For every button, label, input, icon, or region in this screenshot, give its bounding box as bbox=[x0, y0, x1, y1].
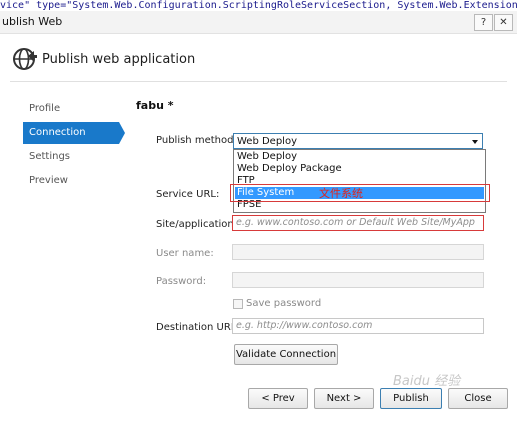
user-name-label: User name: bbox=[156, 248, 214, 259]
save-password-checkbox[interactable] bbox=[233, 299, 243, 309]
chevron-down-icon bbox=[472, 140, 478, 144]
nav-item-preview[interactable]: Preview bbox=[23, 170, 119, 192]
site-application-input[interactable]: e.g. www.contoso.com or Default Web Site… bbox=[232, 215, 484, 231]
publish-method-label: Publish method: bbox=[156, 135, 237, 146]
save-password-label: Save password bbox=[246, 298, 322, 309]
nav-item-settings[interactable]: Settings bbox=[23, 146, 119, 168]
option-web-deploy[interactable]: Web Deploy bbox=[235, 151, 484, 163]
password-input[interactable] bbox=[232, 272, 484, 288]
annotation-text: 文件系统 bbox=[319, 187, 363, 200]
password-label: Password: bbox=[156, 276, 207, 287]
active-nav-arrow bbox=[119, 122, 125, 144]
user-name-input[interactable] bbox=[232, 244, 484, 260]
window-titlebar: ublish Web ? ✕ bbox=[0, 11, 517, 34]
page-title: Publish web application bbox=[42, 52, 196, 67]
nav-item-connection[interactable]: Connection bbox=[23, 122, 119, 144]
help-button[interactable]: ? bbox=[474, 14, 493, 31]
destination-url-input[interactable]: e.g. http://www.contoso.com bbox=[232, 318, 484, 334]
validate-connection-button[interactable]: Validate Connection bbox=[234, 344, 338, 365]
destination-url-label: Destination URL: bbox=[156, 322, 240, 333]
profile-name: fabu * bbox=[136, 99, 174, 112]
header-divider bbox=[10, 81, 507, 82]
publish-method-value: Web Deploy bbox=[237, 136, 297, 147]
nav-item-profile[interactable]: Profile bbox=[23, 98, 119, 120]
code-snippet-strip: vice" type="System.Web.Configuration.Scr… bbox=[0, 0, 517, 11]
globe-publish-icon bbox=[13, 48, 37, 70]
option-web-deploy-package[interactable]: Web Deploy Package bbox=[235, 163, 484, 175]
publish-button[interactable]: Publish bbox=[380, 388, 442, 409]
site-application-label: Site/application: bbox=[156, 219, 238, 230]
baidu-watermark: Baidu 经验 bbox=[393, 374, 461, 389]
window-title: ublish Web bbox=[2, 15, 63, 28]
publish-method-select[interactable]: Web Deploy bbox=[233, 133, 483, 149]
service-url-label: Service URL: bbox=[156, 189, 220, 200]
close-button[interactable]: Close bbox=[448, 388, 508, 409]
close-window-button[interactable]: ✕ bbox=[494, 14, 513, 31]
prev-button[interactable]: < Prev bbox=[248, 388, 308, 409]
publish-method-dropdown: Web Deploy Web Deploy Package FTP File S… bbox=[233, 149, 486, 213]
next-button[interactable]: Next > bbox=[314, 388, 374, 409]
